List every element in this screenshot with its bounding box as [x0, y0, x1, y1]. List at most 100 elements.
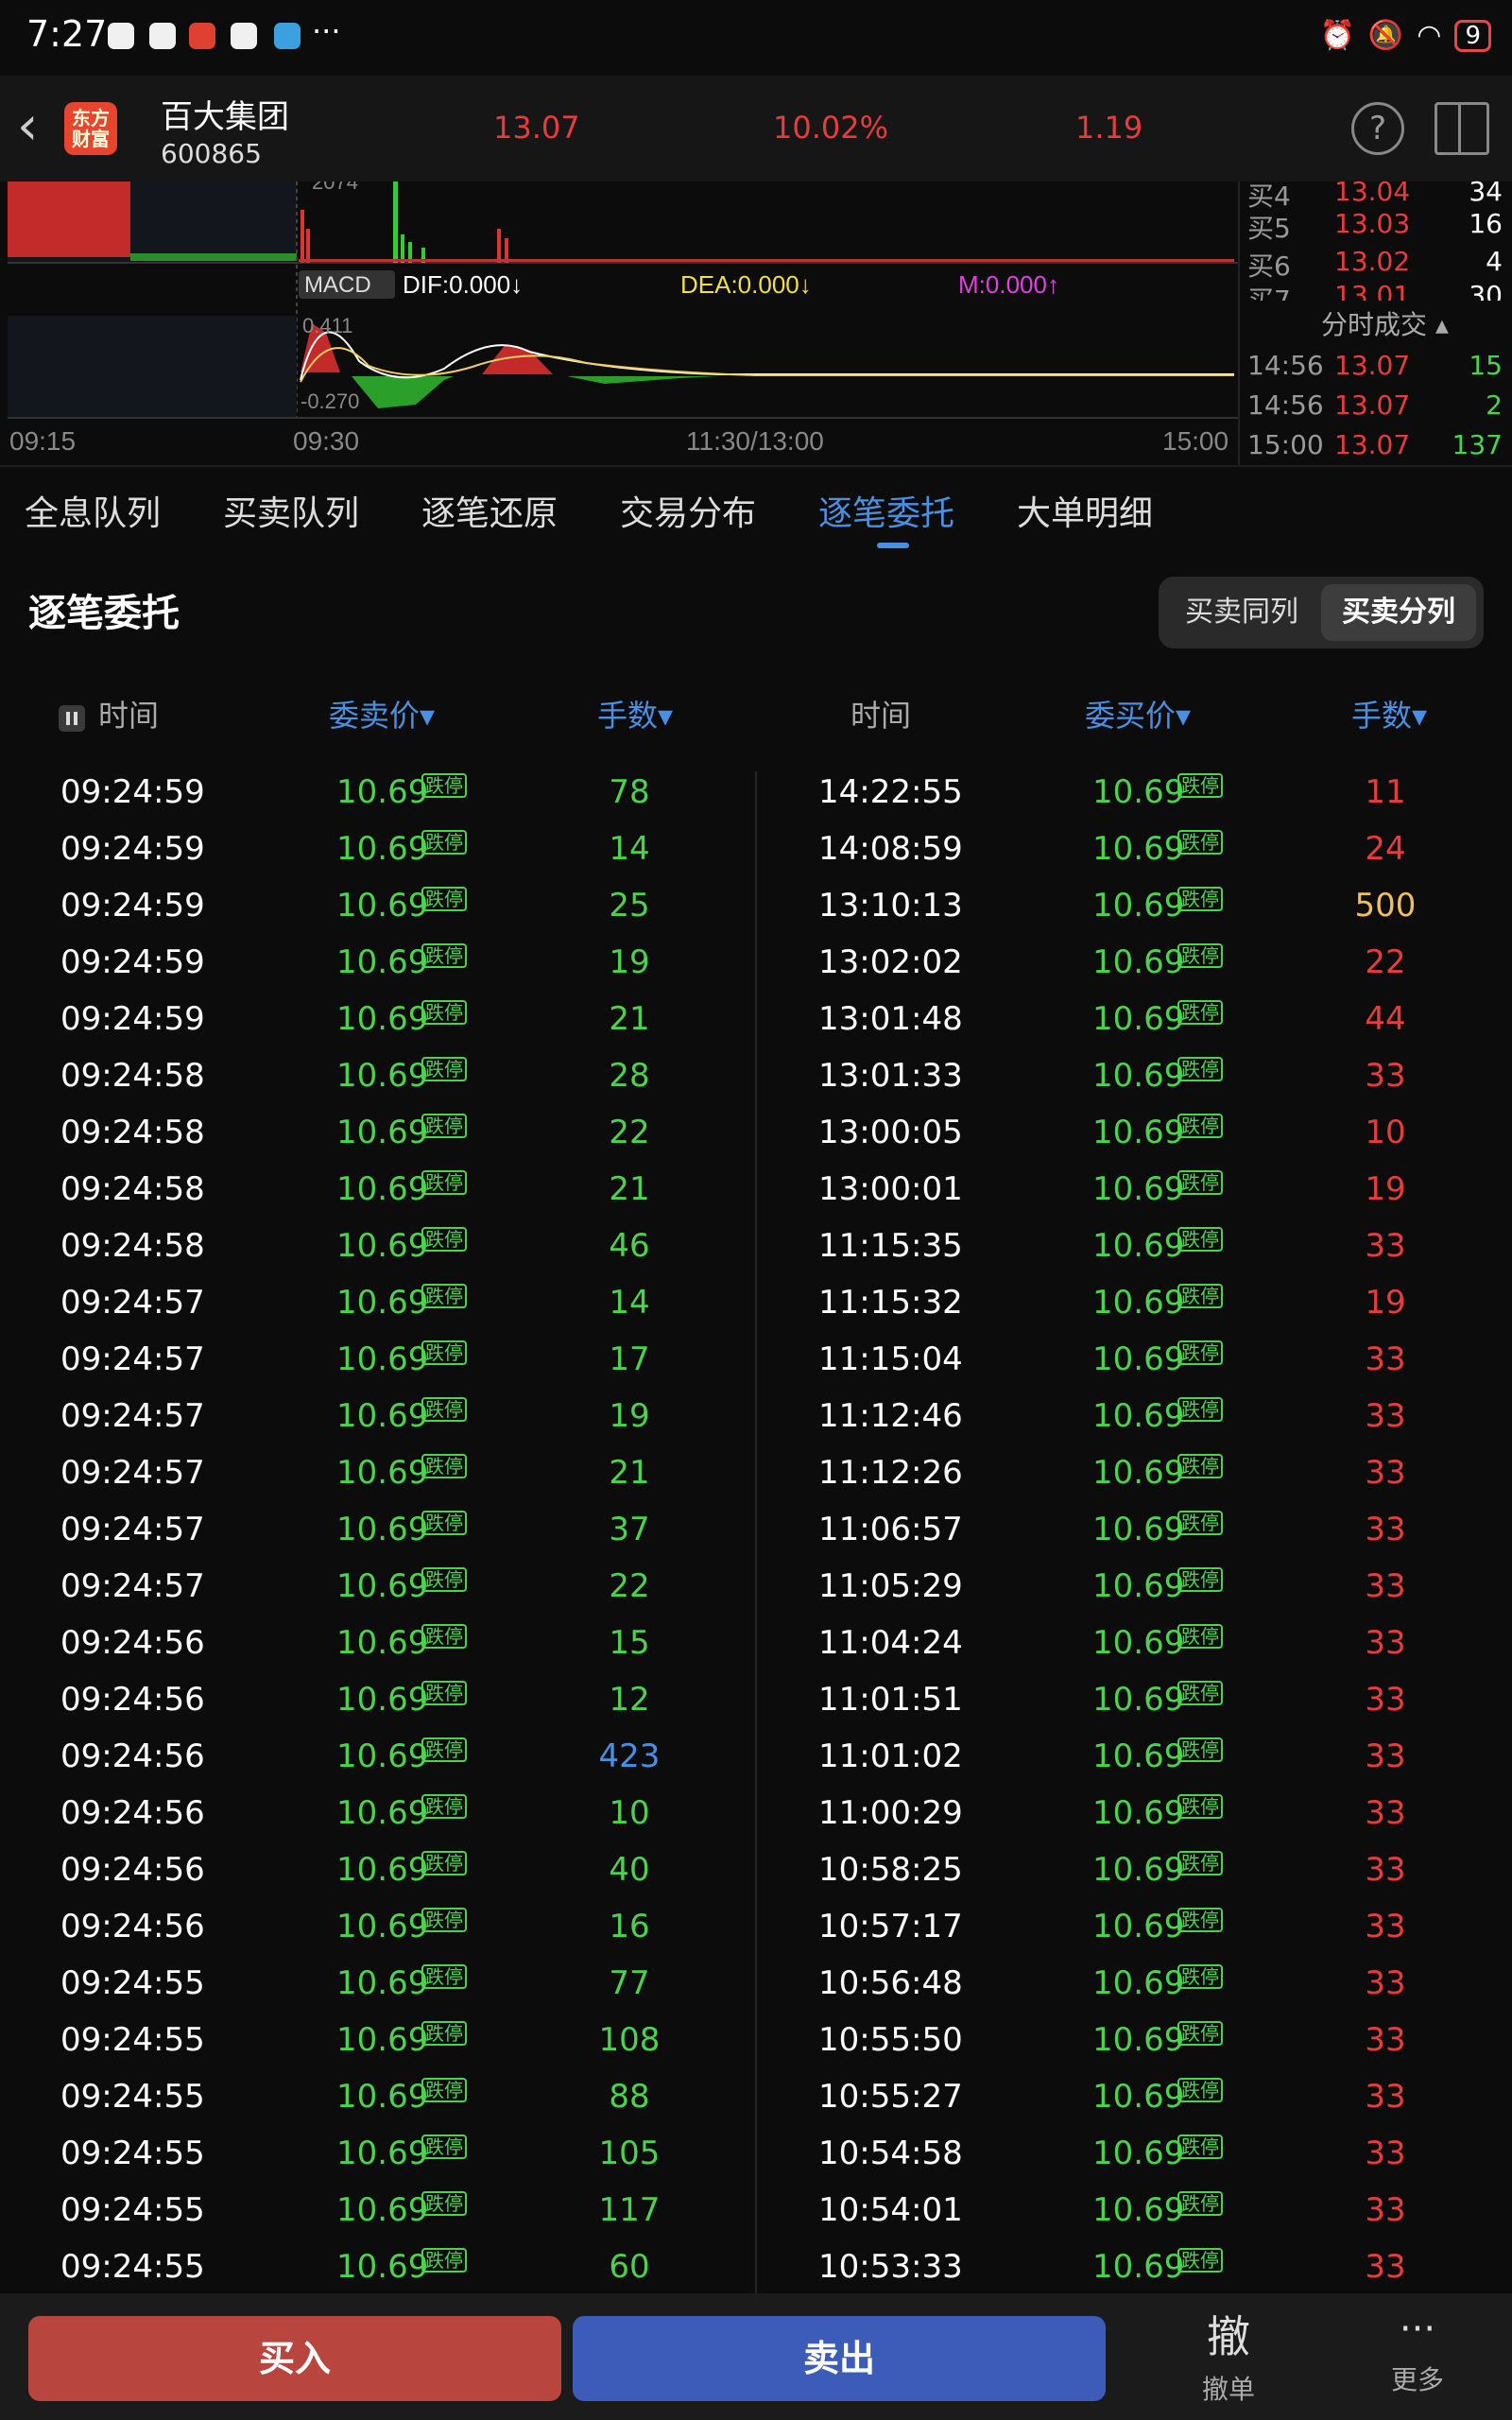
buy-qty: 19: [1365, 1170, 1406, 1208]
intraday-chart[interactable]: 2074 MACD DIF:0.000↓ DEA:0.000↓ M:0.000↑…: [0, 170, 1238, 465]
buy-qty: 33: [1365, 1737, 1406, 1775]
sell-qty: 77: [609, 1964, 650, 2002]
status-time: 7:27: [26, 13, 108, 55]
notification-app-icon: [108, 23, 134, 49]
limit-down-tag: 跌停: [421, 2021, 467, 2046]
sell-price: 10.69: [336, 1114, 429, 1151]
list-item: 09:24:55 10.69 跌停 88 10:55:27 10.69 跌停 33: [0, 2070, 1512, 2127]
list-item: 09:24:58 10.69 跌停 22 13:00:05 10.69 跌停 10: [0, 1106, 1512, 1163]
limit-down-tag: 跌停: [1177, 1114, 1223, 1138]
toggle-same-column[interactable]: 买卖同列: [1166, 584, 1317, 641]
bottom-bar: 买入 卖出 撤 撤单 ··· 更多: [0, 2293, 1512, 2420]
sell-time: 09:24:57: [60, 1567, 205, 1605]
limit-down-tag: 跌停: [421, 830, 467, 855]
buy-price: 10.69: [1092, 773, 1185, 811]
tab-tick-orders[interactable]: 逐笔委托: [818, 486, 954, 535]
sell-price: 10.69: [336, 1737, 429, 1775]
sell-qty: 21: [609, 1170, 650, 1208]
limit-down-tag: 跌停: [1177, 2135, 1223, 2159]
col-buy-price[interactable]: 委买价▾: [1085, 692, 1191, 735]
sell-time: 09:24:59: [60, 773, 205, 811]
more-button[interactable]: ··· 更多: [1361, 2303, 1474, 2397]
layout-switch-icon[interactable]: [1435, 102, 1489, 155]
list-item: 09:24:56 10.69 跌停 16 10:57:17 10.69 跌停 33: [0, 1900, 1512, 1957]
sell-time: 09:24:55: [60, 2078, 205, 2116]
pause-icon[interactable]: [59, 705, 85, 732]
limit-down-tag: 跌停: [1177, 1794, 1223, 1819]
macd-top-label: 0.411: [302, 314, 352, 337]
buy-price: 10.69: [1092, 830, 1185, 868]
tab-trade-distribution[interactable]: 交易分布: [620, 486, 756, 535]
col-sell-qty[interactable]: 手数▾: [597, 692, 673, 735]
tab-bid-ask-queue[interactable]: 买卖队列: [223, 486, 359, 535]
order-book: 买4 13.04 34 买5 13.03 16 买6 13.02 4 买7 13.01 30 分…: [1238, 176, 1512, 465]
buy-price: 10.69: [1092, 2135, 1185, 2172]
buy-qty: 33: [1365, 1908, 1406, 1945]
list-item: 09:24:59 10.69 跌停 78 14:22:55 10.69 跌停 11: [0, 771, 1512, 822]
list-item: 09:24:57 10.69 跌停 37 11:06:57 10.69 跌停 33: [0, 1503, 1512, 1560]
sell-qty: 88: [609, 2078, 650, 2116]
list-item: 09:24:57 10.69 跌停 19 11:12:46 10.69 跌停 33: [0, 1390, 1512, 1446]
list-item: 09:24:57 10.69 跌停 22 11:05:29 10.69 跌停 33: [0, 1560, 1512, 1616]
limit-down-tag: 跌停: [421, 1737, 467, 1762]
tick-order-list[interactable]: 09:24:59 10.69 跌停 78 14:22:55 10.69 跌停 11 09:24:…: [0, 771, 1512, 2293]
limit-down-tag: 跌停: [1177, 1170, 1223, 1195]
sell-price: 10.69: [336, 2078, 429, 2116]
buy-price: 10.69: [1092, 1454, 1185, 1492]
buy-time: 10:54:58: [818, 2135, 963, 2172]
buy-price: 10.69: [1092, 1000, 1185, 1038]
buy-time: 10:56:48: [818, 1964, 963, 2002]
tab-tick-replay[interactable]: 逐笔还原: [421, 486, 558, 535]
sell-price: 10.69: [336, 943, 429, 981]
buy-price: 10.69: [1092, 1794, 1185, 1832]
col-sell-price[interactable]: 委卖价▾: [329, 692, 435, 735]
limit-down-tag: 跌停: [421, 2248, 467, 2273]
list-item: 09:24:59 10.69 跌停 21 13:01:48 10.69 跌停 44: [0, 993, 1512, 1049]
auction-volume-block: [8, 182, 130, 257]
sell-price: 10.69: [336, 1170, 429, 1208]
back-icon[interactable]: ‹: [17, 100, 38, 153]
sell-price: 10.69: [336, 1284, 429, 1322]
limit-down-tag: 跌停: [421, 1227, 467, 1252]
sell-qty: 12: [609, 1681, 650, 1719]
sell-qty: 105: [598, 2135, 661, 2172]
buy-qty: 24: [1365, 830, 1406, 868]
list-item: 09:24:57 10.69 跌停 17 11:15:04 10.69 跌停 33: [0, 1333, 1512, 1390]
sell-qty: 25: [609, 887, 650, 925]
auction-volume-strip: [130, 253, 297, 261]
buy-time: 13:01:48: [818, 1000, 963, 1038]
buy-time: 13:01:33: [818, 1057, 963, 1095]
buy-qty: 33: [1365, 2135, 1406, 2172]
sell-price: 10.69: [336, 1227, 429, 1265]
list-item: 09:24:55 10.69 跌停 117 10:54:01 10.69 跌停 33: [0, 2184, 1512, 2240]
buy-time: 14:22:55: [818, 773, 963, 811]
help-icon[interactable]: ?: [1351, 102, 1404, 155]
sell-button[interactable]: 卖出: [573, 2316, 1106, 2401]
sell-qty: 46: [609, 1227, 650, 1265]
macd-selector: MACD: [304, 272, 371, 298]
cancel-order-button[interactable]: 撤 撤单: [1172, 2303, 1285, 2407]
sell-price: 10.69: [336, 1964, 429, 2002]
sell-qty: 21: [609, 1454, 650, 1492]
notification-app-icon: [274, 23, 301, 49]
list-item: 09:24:56 10.69 跌停 15 11:04:24 10.69 跌停 33: [0, 1616, 1512, 1673]
sell-qty: 21: [609, 1000, 650, 1038]
limit-down-tag: 跌停: [421, 887, 467, 911]
sell-time: 09:24:57: [60, 1284, 205, 1322]
trades-title[interactable]: 分时成交 ▴: [1321, 304, 1449, 342]
buy-time: 11:15:32: [818, 1284, 963, 1322]
limit-down-tag: 跌停: [1177, 1964, 1223, 1989]
active-tab-indicator: [877, 543, 909, 548]
tab-large-orders[interactable]: 大单明细: [1017, 486, 1153, 535]
col-buy-qty[interactable]: 手数▾: [1351, 692, 1427, 735]
battery-icon: 9: [1454, 19, 1491, 52]
buy-qty: 33: [1365, 2078, 1406, 2116]
toggle-split-column[interactable]: 买卖分列: [1321, 584, 1476, 641]
m-value: M:0.000↑: [958, 270, 1059, 299]
sell-qty: 108: [598, 2021, 661, 2059]
buy-button[interactable]: 买入: [28, 2316, 561, 2401]
sell-price: 10.69: [336, 1908, 429, 1945]
tab-holographic-queue[interactable]: 全息队列: [25, 486, 161, 535]
sell-price: 10.69: [336, 2135, 429, 2172]
buy-price: 10.69: [1092, 1681, 1185, 1719]
